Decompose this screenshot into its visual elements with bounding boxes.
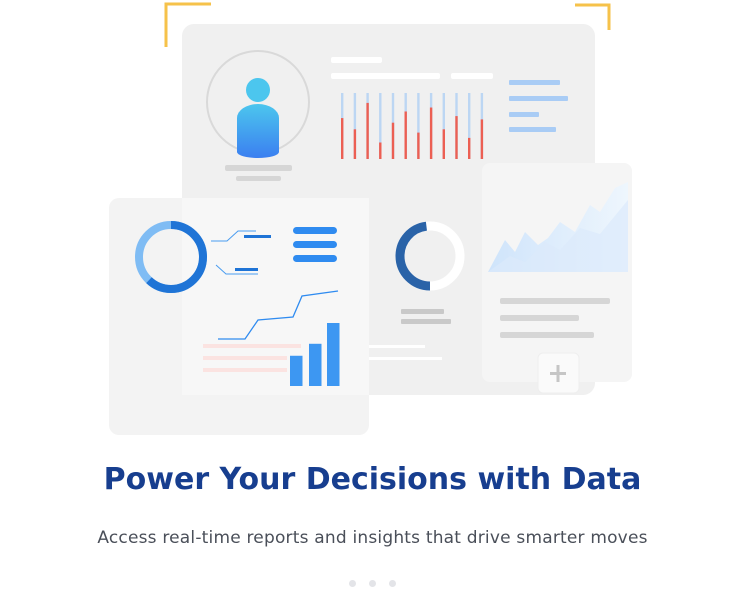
faint-line-2 — [203, 356, 287, 360]
connector-line-2 — [369, 357, 442, 360]
faint-line-3 — [203, 368, 287, 372]
pagination-dot[interactable] — [369, 580, 376, 587]
mini-bar — [327, 323, 340, 386]
header-line-3 — [451, 73, 493, 79]
pagination-dots — [0, 580, 745, 587]
analytics-card-inner — [182, 198, 369, 395]
equalizer-bar — [417, 132, 420, 159]
page-title: Power Your Decisions with Data — [103, 462, 642, 497]
equalizer-bar — [480, 119, 484, 159]
callout-bar-top — [244, 235, 271, 238]
equalizer-bar — [391, 122, 395, 159]
equalizer-bar — [404, 111, 407, 159]
legend-line-3 — [509, 112, 539, 117]
dashboard-illustration — [109, 2, 632, 435]
faint-line-1 — [203, 344, 301, 348]
equalizer-bar — [429, 107, 433, 159]
legend-line-2 — [509, 96, 568, 101]
legend-line-1 — [509, 80, 560, 85]
equalizer-bar — [341, 118, 344, 159]
report-card — [482, 163, 632, 382]
report-line-1 — [500, 298, 610, 304]
report-line-3 — [500, 332, 594, 338]
profile-name-line — [225, 165, 292, 171]
add-icon — [537, 352, 580, 394]
header-line-2 — [331, 73, 440, 79]
pagination-dot[interactable] — [349, 580, 356, 587]
donut-label-line-1 — [401, 309, 444, 314]
page-subtitle: Access real-time reports and insights th… — [97, 528, 648, 548]
equalizer-bar — [353, 129, 357, 159]
equalizer-bar — [455, 116, 458, 159]
equalizer-bar — [442, 129, 445, 159]
mini-bar — [290, 355, 303, 386]
connector-line-1 — [369, 345, 425, 348]
equalizer-bar — [468, 137, 471, 159]
mini-bar — [309, 343, 322, 386]
callout-bar-bottom — [235, 268, 258, 271]
header-line-1 — [331, 57, 382, 63]
legend-line-4 — [509, 127, 556, 132]
pagination-dot[interactable] — [389, 580, 396, 587]
donut-label-line-2 — [401, 319, 451, 324]
equalizer-bar — [366, 102, 369, 159]
menu-icon — [293, 227, 337, 262]
report-line-2 — [500, 315, 579, 321]
equalizer-bar — [379, 142, 382, 159]
profile-role-line — [236, 176, 281, 181]
